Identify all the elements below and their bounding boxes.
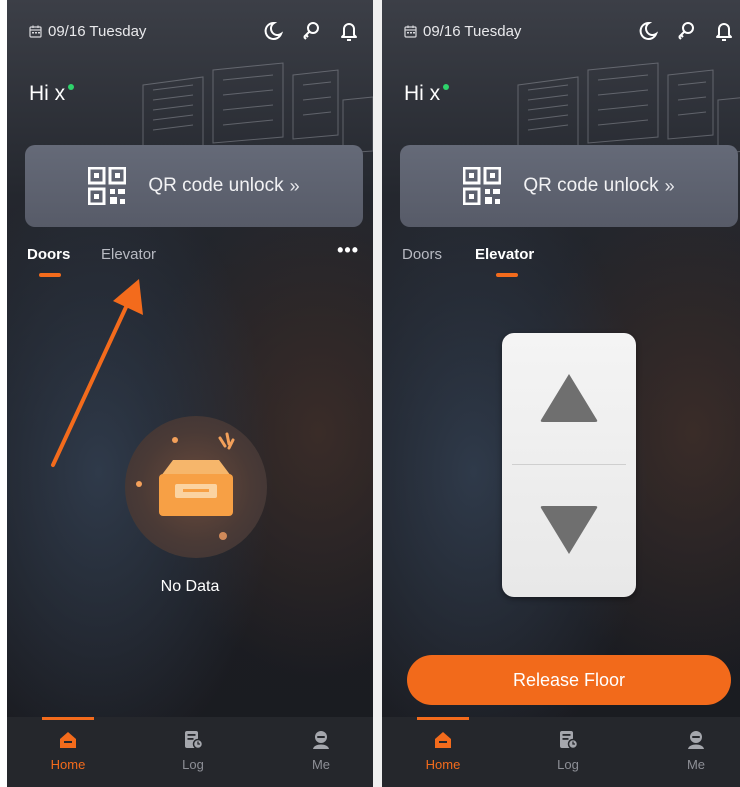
- elevator-control-panel: [502, 333, 636, 597]
- user-icon: [686, 730, 706, 750]
- calendar-icon: [29, 25, 42, 38]
- home-icon: [433, 730, 453, 750]
- date-text: 09/16 Tuesday: [48, 22, 147, 40]
- qr-unlock-button[interactable]: QR code unlock »: [400, 145, 738, 227]
- qr-unlock-label: QR code unlock: [148, 175, 284, 196]
- greeting-text: Hi x: [29, 82, 66, 105]
- home-icon: [58, 730, 78, 750]
- nav-home[interactable]: Home: [403, 717, 483, 787]
- key-icon[interactable]: [676, 20, 696, 42]
- date-display: 09/16 Tuesday: [29, 23, 146, 40]
- greeting: Hi x: [404, 82, 450, 106]
- log-icon: [558, 730, 578, 750]
- bell-icon[interactable]: [339, 20, 359, 42]
- nav-me[interactable]: Me: [281, 717, 361, 787]
- tab-elevator[interactable]: Elevator: [475, 246, 534, 263]
- screen-divider: [373, 0, 382, 787]
- buildings-illustration: [508, 55, 740, 155]
- nav-me-label: Me: [686, 757, 706, 772]
- tab-doors[interactable]: Doors: [402, 246, 442, 263]
- down-arrow-icon: [540, 506, 598, 554]
- online-status-dot: [68, 84, 75, 90]
- nav-home-label: Home: [425, 757, 461, 772]
- greeting: Hi x: [29, 82, 75, 106]
- greeting-text: Hi x: [404, 82, 441, 105]
- nav-log-label: Log: [557, 757, 579, 772]
- online-status-dot: [443, 84, 450, 90]
- tab-doors[interactable]: Doors: [27, 246, 70, 263]
- user-icon: [311, 730, 331, 750]
- elevator-down-button[interactable]: [502, 465, 636, 595]
- empty-state-text: No Data: [160, 578, 220, 595]
- phone-screen-elevator: 09/16 Tuesday Hi x QR code unlock » Door…: [382, 0, 740, 787]
- calendar-icon: [404, 25, 417, 38]
- key-icon[interactable]: [301, 20, 321, 42]
- double-chevron-icon: »: [664, 175, 675, 196]
- phone-screen-doors: 09/16 Tuesday Hi x QR code unlock » Door…: [7, 0, 373, 787]
- moon-icon[interactable]: [263, 20, 283, 42]
- nav-me[interactable]: Me: [656, 717, 736, 787]
- tab-elevator[interactable]: Elevator: [101, 246, 156, 263]
- bottom-nav: Home Log Me: [7, 717, 373, 787]
- date-text: 09/16 Tuesday: [423, 22, 522, 40]
- tab-row: Doors Elevator: [402, 246, 734, 286]
- moon-icon[interactable]: [638, 20, 658, 42]
- qr-unlock-button[interactable]: QR code unlock »: [25, 145, 363, 227]
- nav-log[interactable]: Log: [153, 717, 233, 787]
- release-floor-button[interactable]: Release Floor: [407, 655, 731, 705]
- inbox-tray-icon: [136, 432, 235, 540]
- up-arrow-icon: [540, 374, 598, 422]
- log-icon: [183, 730, 203, 750]
- double-chevron-icon: »: [289, 175, 300, 196]
- nav-home[interactable]: Home: [28, 717, 108, 787]
- nav-log[interactable]: Log: [528, 717, 608, 787]
- nav-log-label: Log: [182, 757, 204, 772]
- qr-code-icon: [88, 167, 126, 205]
- nav-me-label: Me: [311, 757, 331, 772]
- nav-home-label: Home: [50, 757, 86, 772]
- more-options-button[interactable]: •••: [337, 240, 359, 261]
- buildings-illustration: [133, 55, 373, 155]
- qr-unlock-label: QR code unlock: [523, 175, 659, 196]
- status-bar: 09/16 Tuesday: [404, 20, 734, 42]
- empty-state-illustration: [125, 416, 267, 558]
- bottom-nav: Home Log Me: [382, 717, 740, 787]
- qr-code-icon: [463, 167, 501, 205]
- date-display: 09/16 Tuesday: [404, 23, 521, 40]
- elevator-up-button[interactable]: [502, 333, 636, 463]
- bell-icon[interactable]: [714, 20, 734, 42]
- active-tab-indicator: [496, 273, 518, 277]
- status-bar: 09/16 Tuesday: [29, 20, 359, 42]
